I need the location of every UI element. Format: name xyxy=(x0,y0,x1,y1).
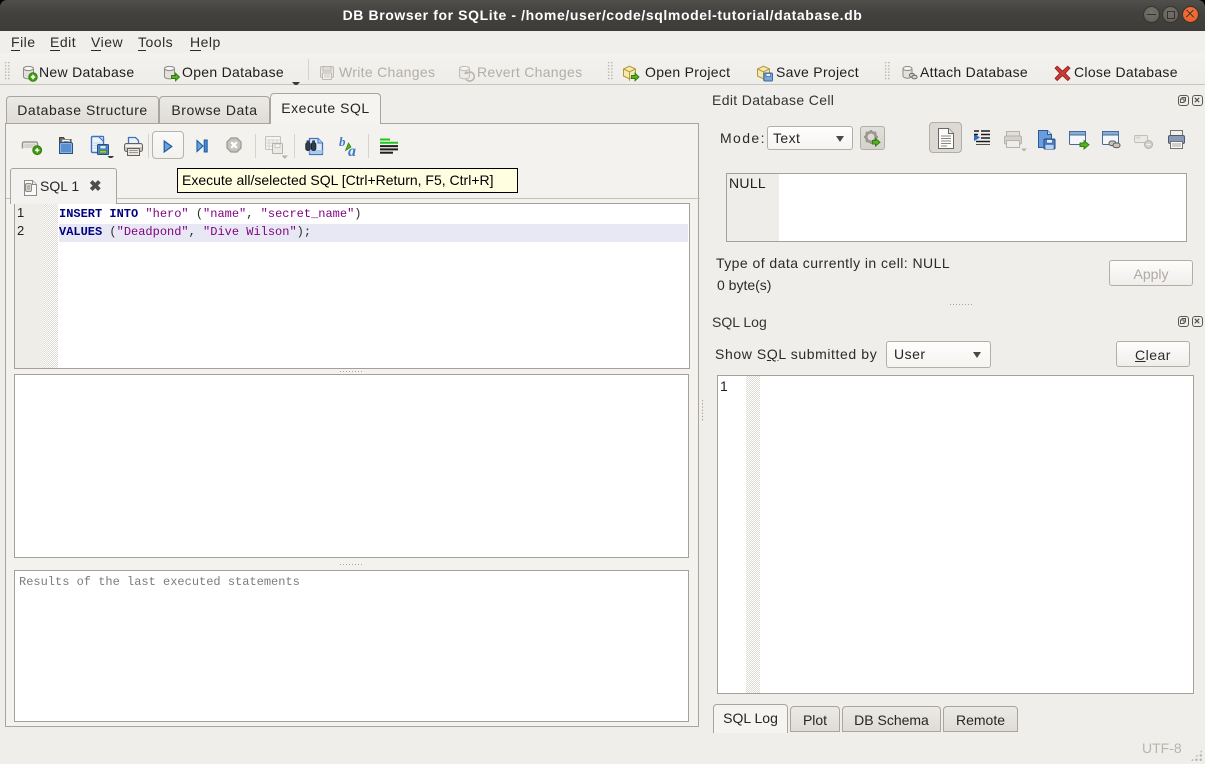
svg-text:b: b xyxy=(339,136,346,149)
